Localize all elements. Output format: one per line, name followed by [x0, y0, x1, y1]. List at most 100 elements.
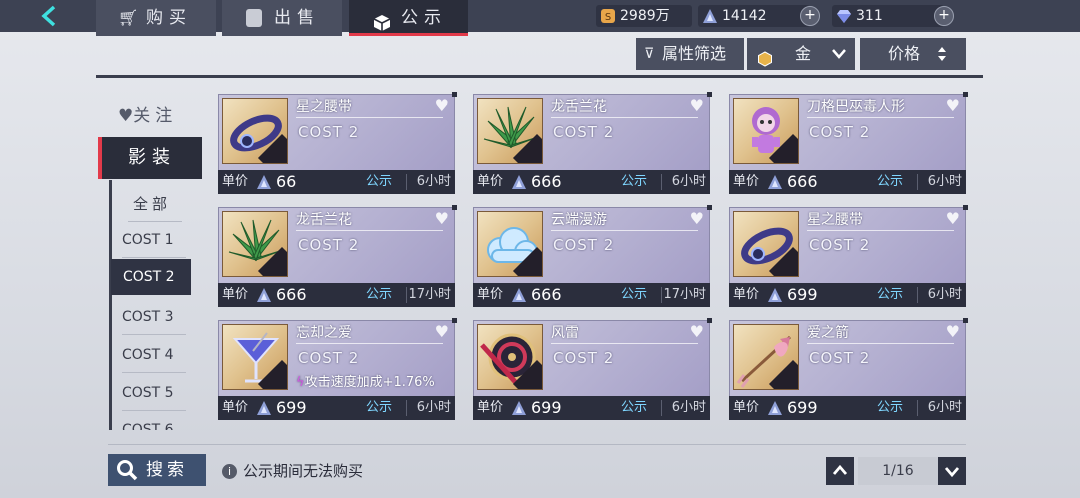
item-card[interactable]: 忘却之爱 COST 2 ♥ ϟ攻击速度加成+1.76% 单价 699 公示 6小时: [218, 318, 457, 432]
item-price: 666: [276, 285, 307, 304]
status-badge: 公示: [366, 287, 393, 302]
belt-icon: [733, 211, 799, 277]
crystal-value: 14142: [722, 8, 767, 24]
crystal-counter: 14142 +: [698, 5, 820, 27]
card-corner: [452, 205, 457, 210]
notice-label: 公示期间无法购买: [243, 462, 364, 480]
price-label: 单价: [733, 174, 760, 189]
cloud-icon: [477, 211, 543, 277]
name-underline: [551, 117, 698, 118]
favorite-heart-icon[interactable]: ♥: [435, 322, 449, 341]
chevron-up-icon: [832, 464, 848, 475]
item-name: 云端漫游: [551, 212, 607, 228]
card-corner: [707, 92, 712, 97]
item-name: 忘却之爱: [296, 325, 352, 341]
category-shadow-gear[interactable]: 影装: [98, 137, 202, 179]
favorite-heart-icon[interactable]: ♥: [690, 96, 704, 115]
sidebar-item-cost6[interactable]: COST 6: [116, 412, 186, 430]
favorite-heart-icon[interactable]: ♥: [435, 96, 449, 115]
tab-buy[interactable]: 🛒︎ 购买: [96, 0, 216, 36]
add-gem-button[interactable]: +: [934, 6, 954, 26]
page-up-button[interactable]: [826, 457, 854, 485]
favorites-label: 关注: [133, 106, 178, 126]
cocktail-glass-icon: [222, 324, 288, 390]
sidebar-item-cost3[interactable]: COST 3: [116, 299, 186, 335]
card-corner: [963, 92, 968, 97]
search-button[interactable]: 搜索: [108, 454, 206, 486]
item-card[interactable]: 星之腰带 COST 2 ♥ 单价 66 公示 6小时: [218, 92, 457, 206]
item-cost: COST 2: [809, 349, 871, 367]
time-remaining: 6小时: [416, 400, 451, 415]
bottom-divider: [108, 444, 966, 445]
attribute-filter-label: 属性筛选: [662, 44, 727, 63]
sidebar-item-label: COST 3: [122, 309, 174, 325]
sidebar-item-label: COST 1: [122, 232, 174, 248]
sidebar-item-all[interactable]: 全部: [122, 186, 182, 222]
favorite-heart-icon[interactable]: ♥: [946, 96, 960, 115]
favorite-heart-icon[interactable]: ♥: [690, 209, 704, 228]
item-card[interactable]: 龙舌兰花 COST 2 ♥ 单价 666 公示 17小时: [218, 205, 457, 319]
item-card[interactable]: 星之腰带 COST 2 ♥ 单价 699 公示 6小时: [729, 205, 968, 319]
item-cost: COST 2: [298, 123, 360, 141]
name-underline: [296, 117, 443, 118]
favorite-heart-icon[interactable]: ♥: [946, 209, 960, 228]
item-name: 星之腰带: [296, 99, 352, 115]
attribute-filter-button[interactable]: ⊽ 属性筛选: [636, 38, 744, 70]
card-corner: [707, 205, 712, 210]
crystal-icon: [768, 288, 782, 302]
name-underline: [807, 117, 954, 118]
divider: [122, 257, 186, 258]
crystal-icon: [768, 401, 782, 415]
card-footer: 单价 666 公示 6小时: [473, 170, 710, 194]
page-down-button[interactable]: [938, 457, 966, 485]
tab-public[interactable]: 公示: [349, 0, 468, 36]
sidebar-item-cost1[interactable]: COST 1: [116, 222, 186, 258]
target-icon: [477, 324, 543, 390]
item-price: 699: [531, 398, 562, 417]
divider: [406, 400, 407, 416]
cart-icon: 🛒︎: [118, 8, 139, 27]
tab-sell[interactable]: 出售: [222, 0, 342, 36]
crystal-icon: [257, 288, 271, 302]
favorites-filter[interactable]: ♥关注: [118, 101, 177, 126]
favorite-heart-icon[interactable]: ♥: [435, 209, 449, 228]
search-label: 搜索: [146, 460, 188, 480]
add-crystal-button[interactable]: +: [800, 6, 820, 26]
gem-icon: [837, 10, 851, 23]
item-cost: COST 2: [809, 236, 871, 254]
item-price: 699: [276, 398, 307, 417]
gem-counter: 311 +: [832, 5, 954, 27]
card-corner: [452, 318, 457, 323]
sidebar-divider: [109, 180, 112, 430]
item-price: 699: [787, 285, 818, 304]
funnel-icon: ⊽: [644, 46, 655, 62]
svg-text:S: S: [605, 12, 611, 23]
price-sort-button[interactable]: 价格: [860, 38, 966, 70]
sidebar-item-cost5[interactable]: COST 5: [116, 375, 186, 411]
status-badge: 公示: [366, 400, 393, 415]
favorite-heart-icon[interactable]: ♥: [690, 322, 704, 341]
grade-dropdown[interactable]: 金: [747, 38, 855, 70]
chevron-down-icon: [944, 467, 960, 478]
card-footer: 单价 699 公示 6小时: [218, 396, 455, 420]
bag-icon: [246, 9, 262, 27]
item-card[interactable]: 云端漫游 COST 2 ♥ 单价 666 公示 17小时: [473, 205, 712, 319]
card-corner: [963, 318, 968, 323]
name-underline: [296, 230, 443, 231]
divider: [917, 287, 918, 303]
item-card[interactable]: 刀格巴巫毒人形 COST 2 ♥ 单价 666 公示 6小时: [729, 92, 968, 206]
item-card[interactable]: 龙舌兰花 COST 2 ♥ 单价 666 公示 6小时: [473, 92, 712, 206]
item-card[interactable]: 风雷 COST 2 ♥ 单价 699 公示 6小时: [473, 318, 712, 432]
item-cost: COST 2: [298, 349, 360, 367]
sidebar-item-cost4[interactable]: COST 4: [116, 337, 186, 373]
card-footer: 单价 66 公示 6小时: [218, 170, 455, 194]
back-icon[interactable]: [38, 4, 62, 28]
item-price: 666: [531, 285, 562, 304]
item-card[interactable]: 爱之箭 COST 2 ♥ 单价 699 公示 6小时: [729, 318, 968, 432]
item-name: 风雷: [551, 325, 579, 341]
favorite-heart-icon[interactable]: ♥: [946, 322, 960, 341]
price-label: 单价: [477, 287, 504, 302]
status-badge: 公示: [621, 174, 648, 189]
sidebar-item-label: COST 6: [122, 422, 174, 430]
sidebar-item-cost2[interactable]: COST 2: [111, 259, 191, 295]
